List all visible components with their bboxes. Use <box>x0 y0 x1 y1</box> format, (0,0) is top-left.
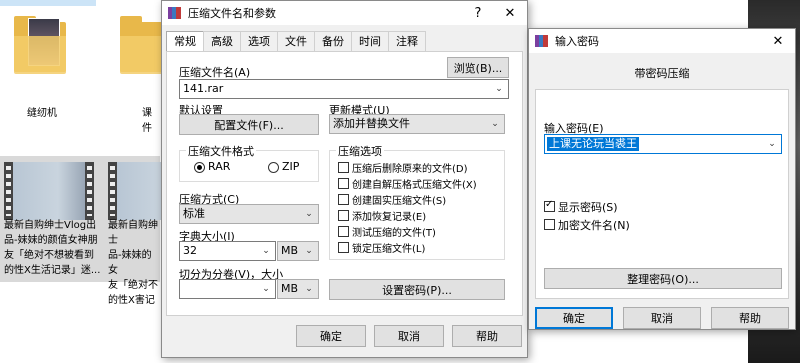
archive-name-label: 压缩文件名(A) <box>179 66 251 79</box>
video-title-line: 的性X生活记录」迷... <box>4 265 101 276</box>
tab-time[interactable]: 时间 <box>351 31 389 51</box>
sfx-checkbox[interactable] <box>338 178 349 189</box>
zip-radio-label[interactable]: ZIP <box>282 160 299 173</box>
test-files-label[interactable]: 测试压缩的文件(T) <box>352 224 436 239</box>
ok-button[interactable]: 确定 <box>296 325 366 347</box>
video-title-line: 品-妹妹的颜值女神朋 <box>4 235 98 246</box>
tab-backup[interactable]: 备份 <box>314 31 352 51</box>
password-input[interactable]: 上课无论玩当裘王 ⌄ <box>544 134 782 154</box>
split-unit-select[interactable]: MB ⌄ <box>277 279 319 299</box>
video-thumbnail[interactable] <box>4 162 94 220</box>
encrypt-names-label[interactable]: 加密文件名(N) <box>558 217 630 233</box>
dialog-titlebar[interactable]: 压缩文件名和参数 ? ✕ <box>162 1 527 25</box>
help-button[interactable]: 帮助 <box>452 325 522 347</box>
chevron-down-icon[interactable]: ⌄ <box>493 83 505 95</box>
video-title-line: 最新自购绅士Vlog出 <box>4 220 97 231</box>
winrar-icon <box>168 6 182 20</box>
lock-archive-checkbox[interactable] <box>338 242 349 253</box>
archive-parameters-dialog: 压缩文件名和参数 ? ✕ 常规 高级 选项 文件 备份 时间 注释 压缩文件名(… <box>161 0 528 358</box>
password-value: 上课无论玩当裘王 <box>547 137 639 151</box>
chevron-down-icon[interactable]: ⌄ <box>260 245 272 257</box>
general-tab-panel: 压缩文件名(A) 浏览(B)... 141.rar ⌄ 默认设置 配置文件(F)… <box>166 51 523 316</box>
test-files-checkbox[interactable] <box>338 226 349 237</box>
video-title-line: 最新自购绅士 <box>108 220 158 246</box>
options-group-title: 压缩选项 <box>336 143 384 159</box>
folder-label[interactable]: 课件 <box>108 104 160 134</box>
tab-options[interactable]: 选项 <box>240 31 278 51</box>
help-button[interactable]: 帮助 <box>711 307 789 329</box>
video-title-line: 友「绝对不想被看到 <box>4 250 94 261</box>
split-unit-value: MB <box>281 282 299 295</box>
delete-after-label[interactable]: 压缩后删除原来的文件(D) <box>352 160 468 175</box>
enter-password-dialog: 输入密码 ✕ 带密码压缩 输入密码(E) 上课无论玩当裘王 ⌄ 显示密码(S) … <box>528 28 796 330</box>
chevron-down-icon[interactable]: ⌄ <box>303 208 315 220</box>
lock-archive-label[interactable]: 锁定压缩文件(L) <box>352 240 425 255</box>
explorer-background: 缝纫机 课件 最新自购绅士Vlog出 品-妹妹的颜值女神朋 友「绝对不想被看到 … <box>0 0 198 363</box>
selection-highlight <box>0 0 96 6</box>
organize-passwords-button[interactable]: 整理密码(O)... <box>544 268 782 289</box>
encrypt-names-checkbox[interactable] <box>544 219 555 230</box>
close-icon[interactable]: ✕ <box>763 29 793 53</box>
solid-label[interactable]: 创建固实压缩文件(S) <box>352 192 446 207</box>
solid-checkbox[interactable] <box>338 194 349 205</box>
tab-strip: 常规 高级 选项 文件 备份 时间 注释 <box>166 31 426 52</box>
cancel-button[interactable]: 取消 <box>374 325 444 347</box>
tab-files[interactable]: 文件 <box>277 31 315 51</box>
dialog-title: 压缩文件名和参数 <box>188 7 276 20</box>
close-icon[interactable]: ✕ <box>495 1 525 25</box>
chevron-down-icon[interactable]: ⌄ <box>260 283 272 295</box>
password-heading: 带密码压缩 <box>634 67 690 80</box>
archive-name-value: 141.rar <box>183 82 224 95</box>
video-thumbnails-row: 最新自购绅士Vlog出 品-妹妹的颜值女神朋 友「绝对不想被看到 的性X生活记录… <box>0 156 198 306</box>
folder-icon[interactable] <box>14 14 66 74</box>
dict-size-select[interactable]: 32 ⌄ <box>179 241 276 261</box>
dict-unit-select[interactable]: MB ⌄ <box>277 241 319 261</box>
update-mode-select[interactable]: 添加并替换文件 ⌄ <box>329 114 505 134</box>
dialog-titlebar[interactable]: 输入密码 ✕ <box>529 29 795 53</box>
password-panel: 输入密码(E) 上课无论玩当裘王 ⌄ 显示密码(S) 加密文件名(N) 整理密码… <box>535 89 789 299</box>
format-group: 压缩文件格式 RAR ZIP <box>179 143 319 182</box>
tab-advanced[interactable]: 高级 <box>203 31 241 51</box>
rar-radio[interactable] <box>194 162 205 173</box>
profiles-button[interactable]: 配置文件(F)... <box>179 114 319 135</box>
folder-label[interactable]: 缝纫机 <box>2 104 82 119</box>
dict-size-value: 32 <box>183 244 197 257</box>
archive-name-input[interactable]: 141.rar ⌄ <box>179 79 509 99</box>
rar-radio-label[interactable]: RAR <box>208 160 230 173</box>
chevron-down-icon[interactable]: ⌄ <box>303 283 315 295</box>
split-size-input[interactable]: ⌄ <box>179 279 276 299</box>
options-group: 压缩选项 压缩后删除原来的文件(D) 创建自解压格式压缩文件(X) 创建固实压缩… <box>329 143 505 260</box>
dict-unit-value: MB <box>281 244 299 257</box>
video-title-line: 的性X害记 <box>108 295 155 306</box>
browse-button[interactable]: 浏览(B)... <box>447 57 509 78</box>
video-title[interactable]: 最新自购绅士 品-妹妹的女 友「绝对不 的性X害记 <box>108 218 160 308</box>
tab-general[interactable]: 常规 <box>166 31 204 52</box>
chevron-down-icon[interactable]: ⌄ <box>766 138 778 150</box>
method-select[interactable]: 标准 ⌄ <box>179 204 319 224</box>
ok-button[interactable]: 确定 <box>535 307 613 329</box>
help-icon[interactable]: ? <box>463 1 493 25</box>
update-mode-value: 添加并替换文件 <box>333 117 410 130</box>
video-title-line: 品-妹妹的女 <box>108 250 152 276</box>
show-password-label[interactable]: 显示密码(S) <box>558 199 618 215</box>
sfx-label[interactable]: 创建自解压格式压缩文件(X) <box>352 176 477 191</box>
video-title-line: 友「绝对不 <box>108 280 158 291</box>
chevron-down-icon[interactable]: ⌄ <box>489 118 501 130</box>
show-password-checkbox[interactable] <box>544 199 555 212</box>
delete-after-checkbox[interactable] <box>338 162 349 173</box>
cancel-button[interactable]: 取消 <box>623 307 701 329</box>
recovery-record-checkbox[interactable] <box>338 210 349 221</box>
dialog-title: 输入密码 <box>555 35 599 48</box>
video-title[interactable]: 最新自购绅士Vlog出 品-妹妹的颜值女神朋 友「绝对不想被看到 的性X生活记录… <box>4 218 104 278</box>
format-group-title: 压缩文件格式 <box>186 143 256 159</box>
chevron-down-icon[interactable]: ⌄ <box>303 245 315 257</box>
winrar-icon <box>535 34 549 48</box>
zip-radio[interactable] <box>268 162 279 173</box>
set-password-button[interactable]: 设置密码(P)... <box>329 279 505 300</box>
recovery-record-label[interactable]: 添加恢复记录(E) <box>352 208 426 223</box>
tab-comment[interactable]: 注释 <box>388 31 426 51</box>
method-value: 标准 <box>183 207 205 220</box>
